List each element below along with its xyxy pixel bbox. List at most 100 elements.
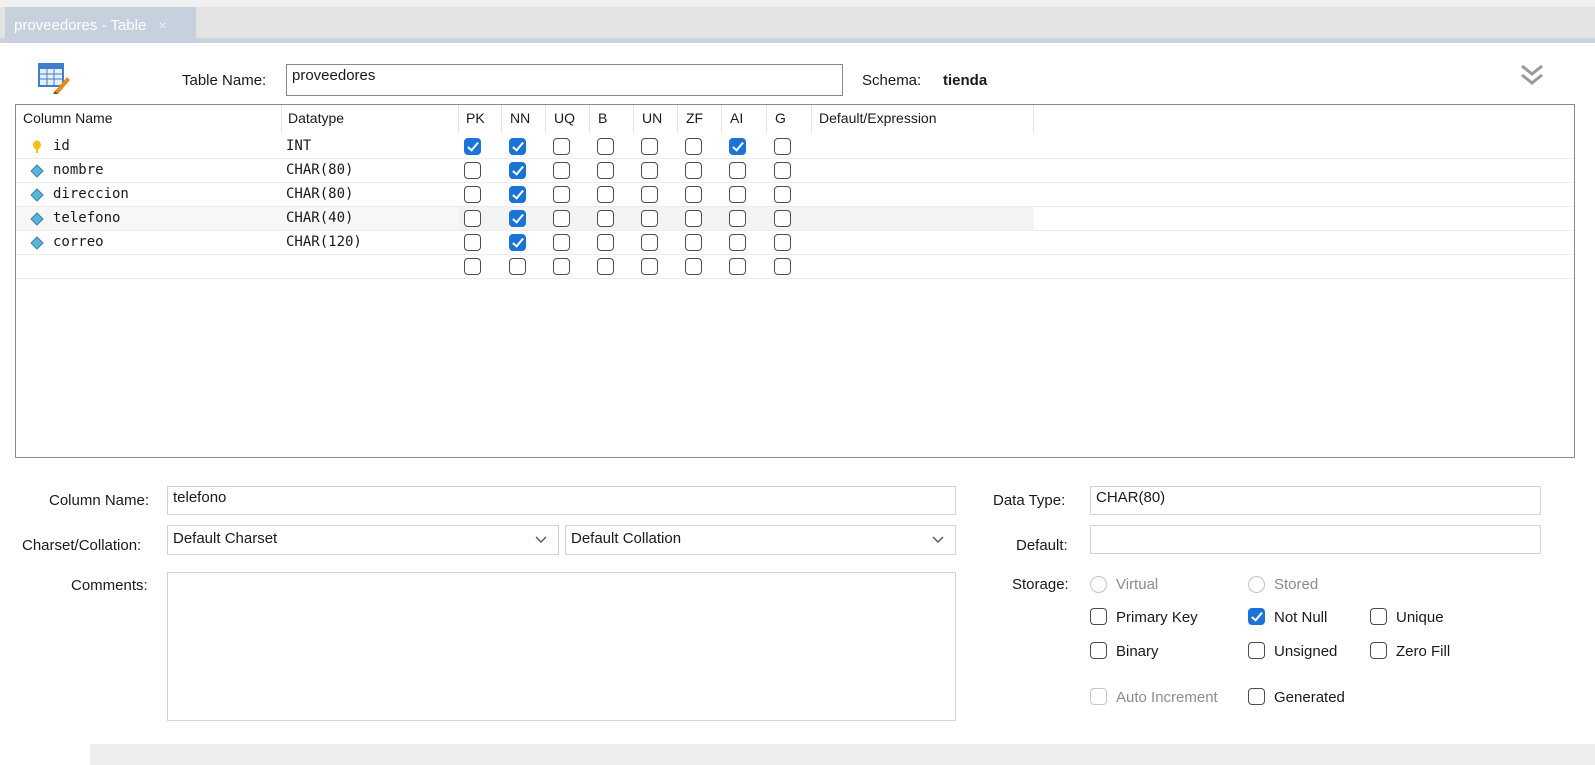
storage-stored-radio[interactable]	[1248, 576, 1265, 593]
storage-virtual-radio[interactable]	[1090, 576, 1107, 593]
not-null-checkbox[interactable]	[1248, 608, 1265, 625]
header-pk[interactable]: PK	[466, 110, 485, 126]
g-checkbox[interactable]	[774, 162, 791, 179]
uq-checkbox[interactable]	[553, 138, 570, 155]
header-b[interactable]: B	[598, 110, 607, 126]
pk-checkbox[interactable]	[464, 138, 481, 155]
default-input[interactable]	[1090, 525, 1541, 554]
b-checkbox[interactable]	[597, 186, 614, 203]
datatype-cell[interactable]: CHAR(80)	[286, 162, 353, 178]
b-checkbox[interactable]	[597, 210, 614, 227]
column-name-cell[interactable]: nombre	[53, 162, 104, 178]
column-name-cell[interactable]: correo	[53, 234, 104, 250]
tab-label: proveedores - Table	[14, 16, 147, 34]
nn-checkbox[interactable]	[509, 234, 526, 251]
datatype-cell[interactable]: CHAR(40)	[286, 210, 353, 226]
unsigned-checkbox[interactable]	[1248, 642, 1265, 659]
storage-stored-label: Stored	[1274, 576, 1319, 593]
pk-checkbox[interactable]	[464, 210, 481, 227]
pk-checkbox[interactable]	[464, 162, 481, 179]
collation-select[interactable]: Default Collation	[565, 525, 956, 555]
g-checkbox[interactable]	[774, 210, 791, 227]
b-checkbox[interactable]	[597, 162, 614, 179]
uq-checkbox[interactable]	[553, 186, 570, 203]
header-datatype[interactable]: Datatype	[288, 110, 344, 126]
header-uq[interactable]: UQ	[554, 110, 575, 126]
ai-checkbox[interactable]	[729, 186, 746, 203]
binary-checkbox[interactable]	[1090, 642, 1107, 659]
uq-checkbox[interactable]	[553, 234, 570, 251]
uq-checkbox[interactable]	[553, 210, 570, 227]
auto-increment-checkbox[interactable]	[1090, 688, 1107, 705]
ai-checkbox[interactable]	[729, 138, 746, 155]
header-nn[interactable]: NN	[510, 110, 530, 126]
header-default-expression[interactable]: Default/Expression	[819, 110, 937, 126]
columns-grid[interactable]: Column Name Datatype PK NN UQ B UN ZF AI…	[15, 104, 1575, 458]
charset-select[interactable]: Default Charset	[167, 525, 559, 555]
zf-checkbox[interactable]	[685, 210, 702, 227]
collapse-chevron-icon[interactable]	[1518, 62, 1546, 90]
nn-checkbox[interactable]	[509, 258, 526, 275]
header-column-name[interactable]: Column Name	[23, 110, 112, 126]
un-checkbox[interactable]	[641, 234, 658, 251]
default-label: Default:	[1016, 537, 1068, 554]
table-row[interactable]: direccion CHAR(80)	[16, 183, 1574, 207]
pk-checkbox[interactable]	[464, 234, 481, 251]
header-zf[interactable]: ZF	[686, 110, 703, 126]
table-row[interactable]: correo CHAR(120)	[16, 231, 1574, 255]
nn-checkbox[interactable]	[509, 138, 526, 155]
header-un[interactable]: UN	[642, 110, 662, 126]
zf-checkbox[interactable]	[685, 162, 702, 179]
column-name-input[interactable]: telefono	[167, 486, 956, 515]
uq-checkbox[interactable]	[553, 258, 570, 275]
g-checkbox[interactable]	[774, 138, 791, 155]
zf-checkbox[interactable]	[685, 186, 702, 203]
b-checkbox[interactable]	[597, 234, 614, 251]
charset-select-value: Default Charset	[173, 530, 278, 547]
uq-checkbox[interactable]	[553, 162, 570, 179]
un-checkbox[interactable]	[641, 186, 658, 203]
generated-checkbox[interactable]	[1248, 688, 1265, 705]
pk-checkbox[interactable]	[464, 186, 481, 203]
header-g[interactable]: G	[775, 110, 786, 126]
close-icon[interactable]: ×	[158, 17, 166, 33]
data-type-input[interactable]: CHAR(80)	[1090, 486, 1541, 515]
b-checkbox[interactable]	[597, 258, 614, 275]
ai-checkbox[interactable]	[729, 162, 746, 179]
comments-textarea[interactable]	[167, 572, 956, 721]
ai-checkbox[interactable]	[729, 258, 746, 275]
g-checkbox[interactable]	[774, 234, 791, 251]
table-row[interactable]: nombre CHAR(80)	[16, 159, 1574, 183]
zero-fill-checkbox[interactable]	[1370, 642, 1387, 659]
zf-checkbox[interactable]	[685, 258, 702, 275]
unique-checkbox[interactable]	[1370, 608, 1387, 625]
column-name-cell[interactable]: telefono	[53, 210, 120, 226]
column-name-cell[interactable]: direccion	[53, 186, 129, 202]
un-checkbox[interactable]	[641, 162, 658, 179]
un-checkbox[interactable]	[641, 258, 658, 275]
b-checkbox[interactable]	[597, 138, 614, 155]
un-checkbox[interactable]	[641, 210, 658, 227]
g-checkbox[interactable]	[774, 258, 791, 275]
table-row-selected[interactable]: telefono CHAR(40)	[16, 207, 1574, 231]
datatype-cell[interactable]: INT	[286, 138, 311, 154]
tab-proveedores-table[interactable]: proveedores - Table ×	[5, 7, 196, 43]
datatype-cell[interactable]: CHAR(80)	[286, 186, 353, 202]
un-checkbox[interactable]	[641, 138, 658, 155]
table-name-input[interactable]: proveedores	[286, 64, 843, 96]
ai-checkbox[interactable]	[729, 210, 746, 227]
ai-checkbox[interactable]	[729, 234, 746, 251]
header-ai[interactable]: AI	[730, 110, 743, 126]
table-row[interactable]: id INT	[16, 135, 1574, 159]
primary-key-checkbox[interactable]	[1090, 608, 1107, 625]
table-row-new[interactable]	[16, 255, 1574, 279]
g-checkbox[interactable]	[774, 186, 791, 203]
column-name-cell[interactable]: id	[53, 138, 70, 154]
pk-checkbox[interactable]	[464, 258, 481, 275]
nn-checkbox[interactable]	[509, 162, 526, 179]
datatype-cell[interactable]: CHAR(120)	[286, 234, 362, 250]
zf-checkbox[interactable]	[685, 234, 702, 251]
nn-checkbox[interactable]	[509, 210, 526, 227]
nn-checkbox[interactable]	[509, 186, 526, 203]
zf-checkbox[interactable]	[685, 138, 702, 155]
